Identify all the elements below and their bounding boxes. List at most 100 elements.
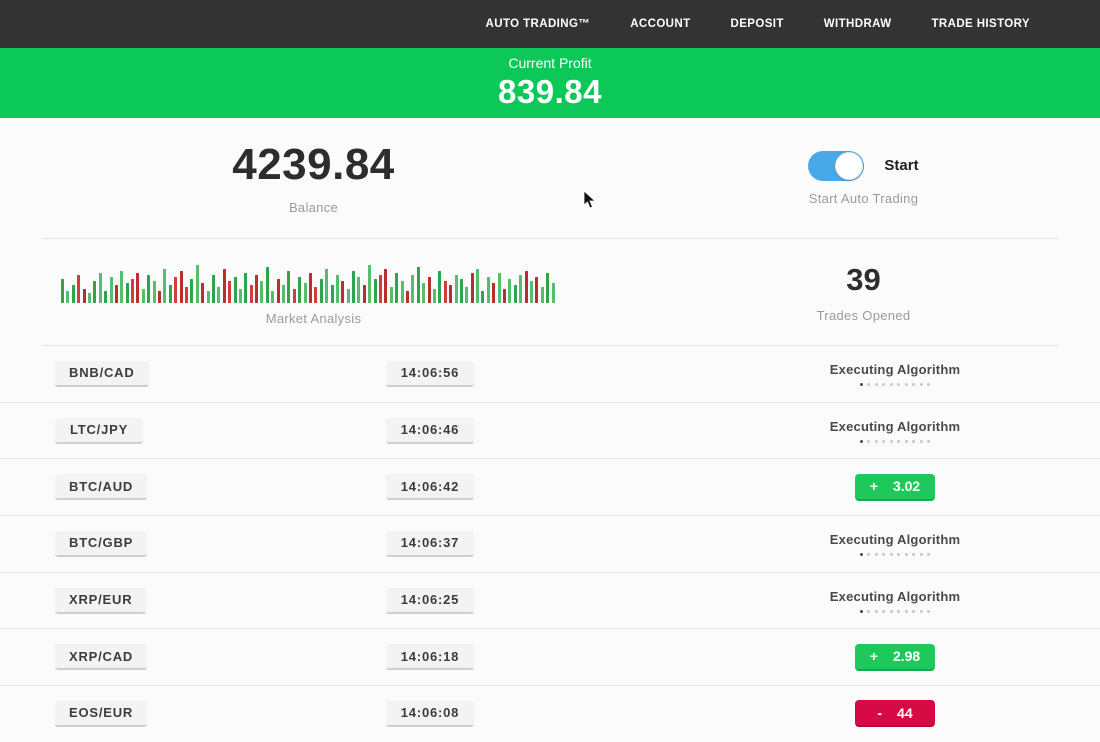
market-bar-green	[244, 273, 247, 303]
result-sign: +	[870, 478, 878, 494]
nav-item-account[interactable]: ACCOUNT	[630, 18, 690, 30]
market-bar-green	[212, 275, 215, 303]
market-bar-red	[341, 281, 344, 303]
trade-row: BTC/GBP14:06:37Executing Algorithm	[0, 516, 1100, 573]
pair-badge: XRP/EUR	[55, 588, 146, 614]
market-bar-green	[411, 275, 414, 303]
progress-dot	[882, 553, 885, 556]
market-bar-green	[320, 279, 323, 303]
market-bar-green	[260, 281, 263, 303]
nav-item-trade-history[interactable]: TRADE HISTORY	[932, 18, 1031, 30]
executing-algorithm-label: Executing Algorithm	[830, 362, 960, 377]
market-bar-green	[287, 271, 290, 303]
market-row: Market Analysis 39 Trades Opened	[0, 239, 1100, 345]
progress-dot	[905, 440, 908, 443]
trades-opened-label: Trades Opened	[817, 308, 911, 323]
market-bar-green	[239, 289, 242, 303]
time-cell: 14:06:42	[350, 474, 510, 500]
pair-badge: LTC/JPY	[55, 418, 143, 444]
pair-badge: BTC/AUD	[55, 474, 147, 500]
balance-block: 4239.84 Balance	[0, 118, 627, 238]
market-bar-green	[438, 271, 441, 303]
market-bar-green	[271, 291, 274, 303]
trade-row: XRP/EUR14:06:25Executing Algorithm	[0, 573, 1100, 630]
market-bar-green	[455, 275, 458, 303]
market-bar-green	[217, 287, 220, 303]
market-bar-red	[444, 281, 447, 303]
market-bar-green	[298, 277, 301, 303]
progress-dot	[890, 383, 893, 386]
market-bar-green	[169, 285, 172, 303]
toggle-knob-icon	[835, 152, 863, 180]
trade-row: XRP/CAD14:06:18+2.98	[0, 629, 1100, 686]
executing-algorithm-label: Executing Algorithm	[830, 589, 960, 604]
market-bar-green	[519, 275, 522, 303]
progress-dot	[867, 553, 870, 556]
market-bar-red	[180, 271, 183, 303]
progress-dot	[912, 440, 915, 443]
current-profit-banner: Current Profit 839.84	[0, 48, 1100, 118]
market-bar-green	[401, 281, 404, 303]
time-badge: 14:06:56	[386, 361, 474, 387]
market-bar-green	[374, 279, 377, 303]
progress-dots-icon	[860, 383, 931, 386]
top-navigation: AUTO TRADING™ ACCOUNT DEPOSIT WITHDRAW TRADE…	[0, 0, 1100, 48]
progress-dots-icon	[860, 610, 931, 613]
market-bar-green	[266, 267, 269, 303]
market-bar-red	[255, 275, 258, 303]
market-bar-red	[471, 273, 474, 303]
trades-opened-value: 39	[846, 262, 880, 298]
market-bar-red	[492, 283, 495, 303]
market-bar-green	[357, 277, 360, 303]
progress-dot	[882, 610, 885, 613]
market-bar-green	[481, 291, 484, 303]
market-bar-red	[449, 285, 452, 303]
status-cell: -44	[750, 700, 1040, 727]
market-bar-green	[433, 289, 436, 303]
market-bar-red	[277, 279, 280, 303]
market-bar-green	[207, 291, 210, 303]
progress-dot	[882, 383, 885, 386]
time-cell: 14:06:56	[350, 361, 510, 387]
market-bar-green	[88, 293, 91, 303]
market-bar-green	[99, 273, 102, 303]
market-bar-red	[83, 289, 86, 303]
market-bar-green	[282, 285, 285, 303]
market-bar-red	[77, 275, 80, 303]
market-bar-red	[131, 279, 134, 303]
progress-dot	[912, 610, 915, 613]
market-bar-red	[363, 285, 366, 303]
market-bar-green	[417, 267, 420, 303]
market-bar-green	[352, 271, 355, 303]
progress-dot	[927, 383, 930, 386]
pair-badge: BNB/CAD	[55, 361, 149, 387]
profit-badge: +3.02	[855, 474, 935, 501]
toggle-label: Start	[884, 157, 918, 174]
time-badge: 14:06:18	[386, 644, 474, 670]
executing-algorithm-label: Executing Algorithm	[830, 532, 960, 547]
progress-dot	[867, 440, 870, 443]
progress-dot	[875, 610, 878, 613]
trade-row: EOS/EUR14:06:08-44	[0, 686, 1100, 742]
market-bar-green	[61, 279, 64, 303]
progress-dot-active	[860, 383, 863, 386]
market-bar-red	[379, 275, 382, 303]
market-bar-red	[535, 277, 538, 303]
nav-item-withdraw[interactable]: WITHDRAW	[824, 18, 892, 30]
time-badge: 14:06:46	[386, 418, 474, 444]
market-bar-red	[293, 289, 296, 303]
market-bar-green	[546, 273, 549, 303]
nav-item-deposit[interactable]: DEPOSIT	[731, 18, 784, 30]
market-analysis-block: Market Analysis	[0, 239, 627, 345]
market-bar-red	[406, 291, 409, 303]
market-bar-red	[174, 277, 177, 303]
trade-row: BNB/CAD 14:06:56 Executing Algorithm	[0, 346, 1100, 403]
market-bar-green	[390, 287, 393, 303]
market-bar-green	[120, 271, 123, 303]
progress-dot	[920, 383, 923, 386]
nav-item-auto-trading[interactable]: AUTO TRADING™	[486, 18, 591, 30]
time-cell: 14:06:18	[350, 644, 510, 670]
executing-algorithm-label: Executing Algorithm	[830, 419, 960, 434]
progress-dot	[882, 440, 885, 443]
auto-trading-toggle[interactable]	[808, 151, 864, 181]
